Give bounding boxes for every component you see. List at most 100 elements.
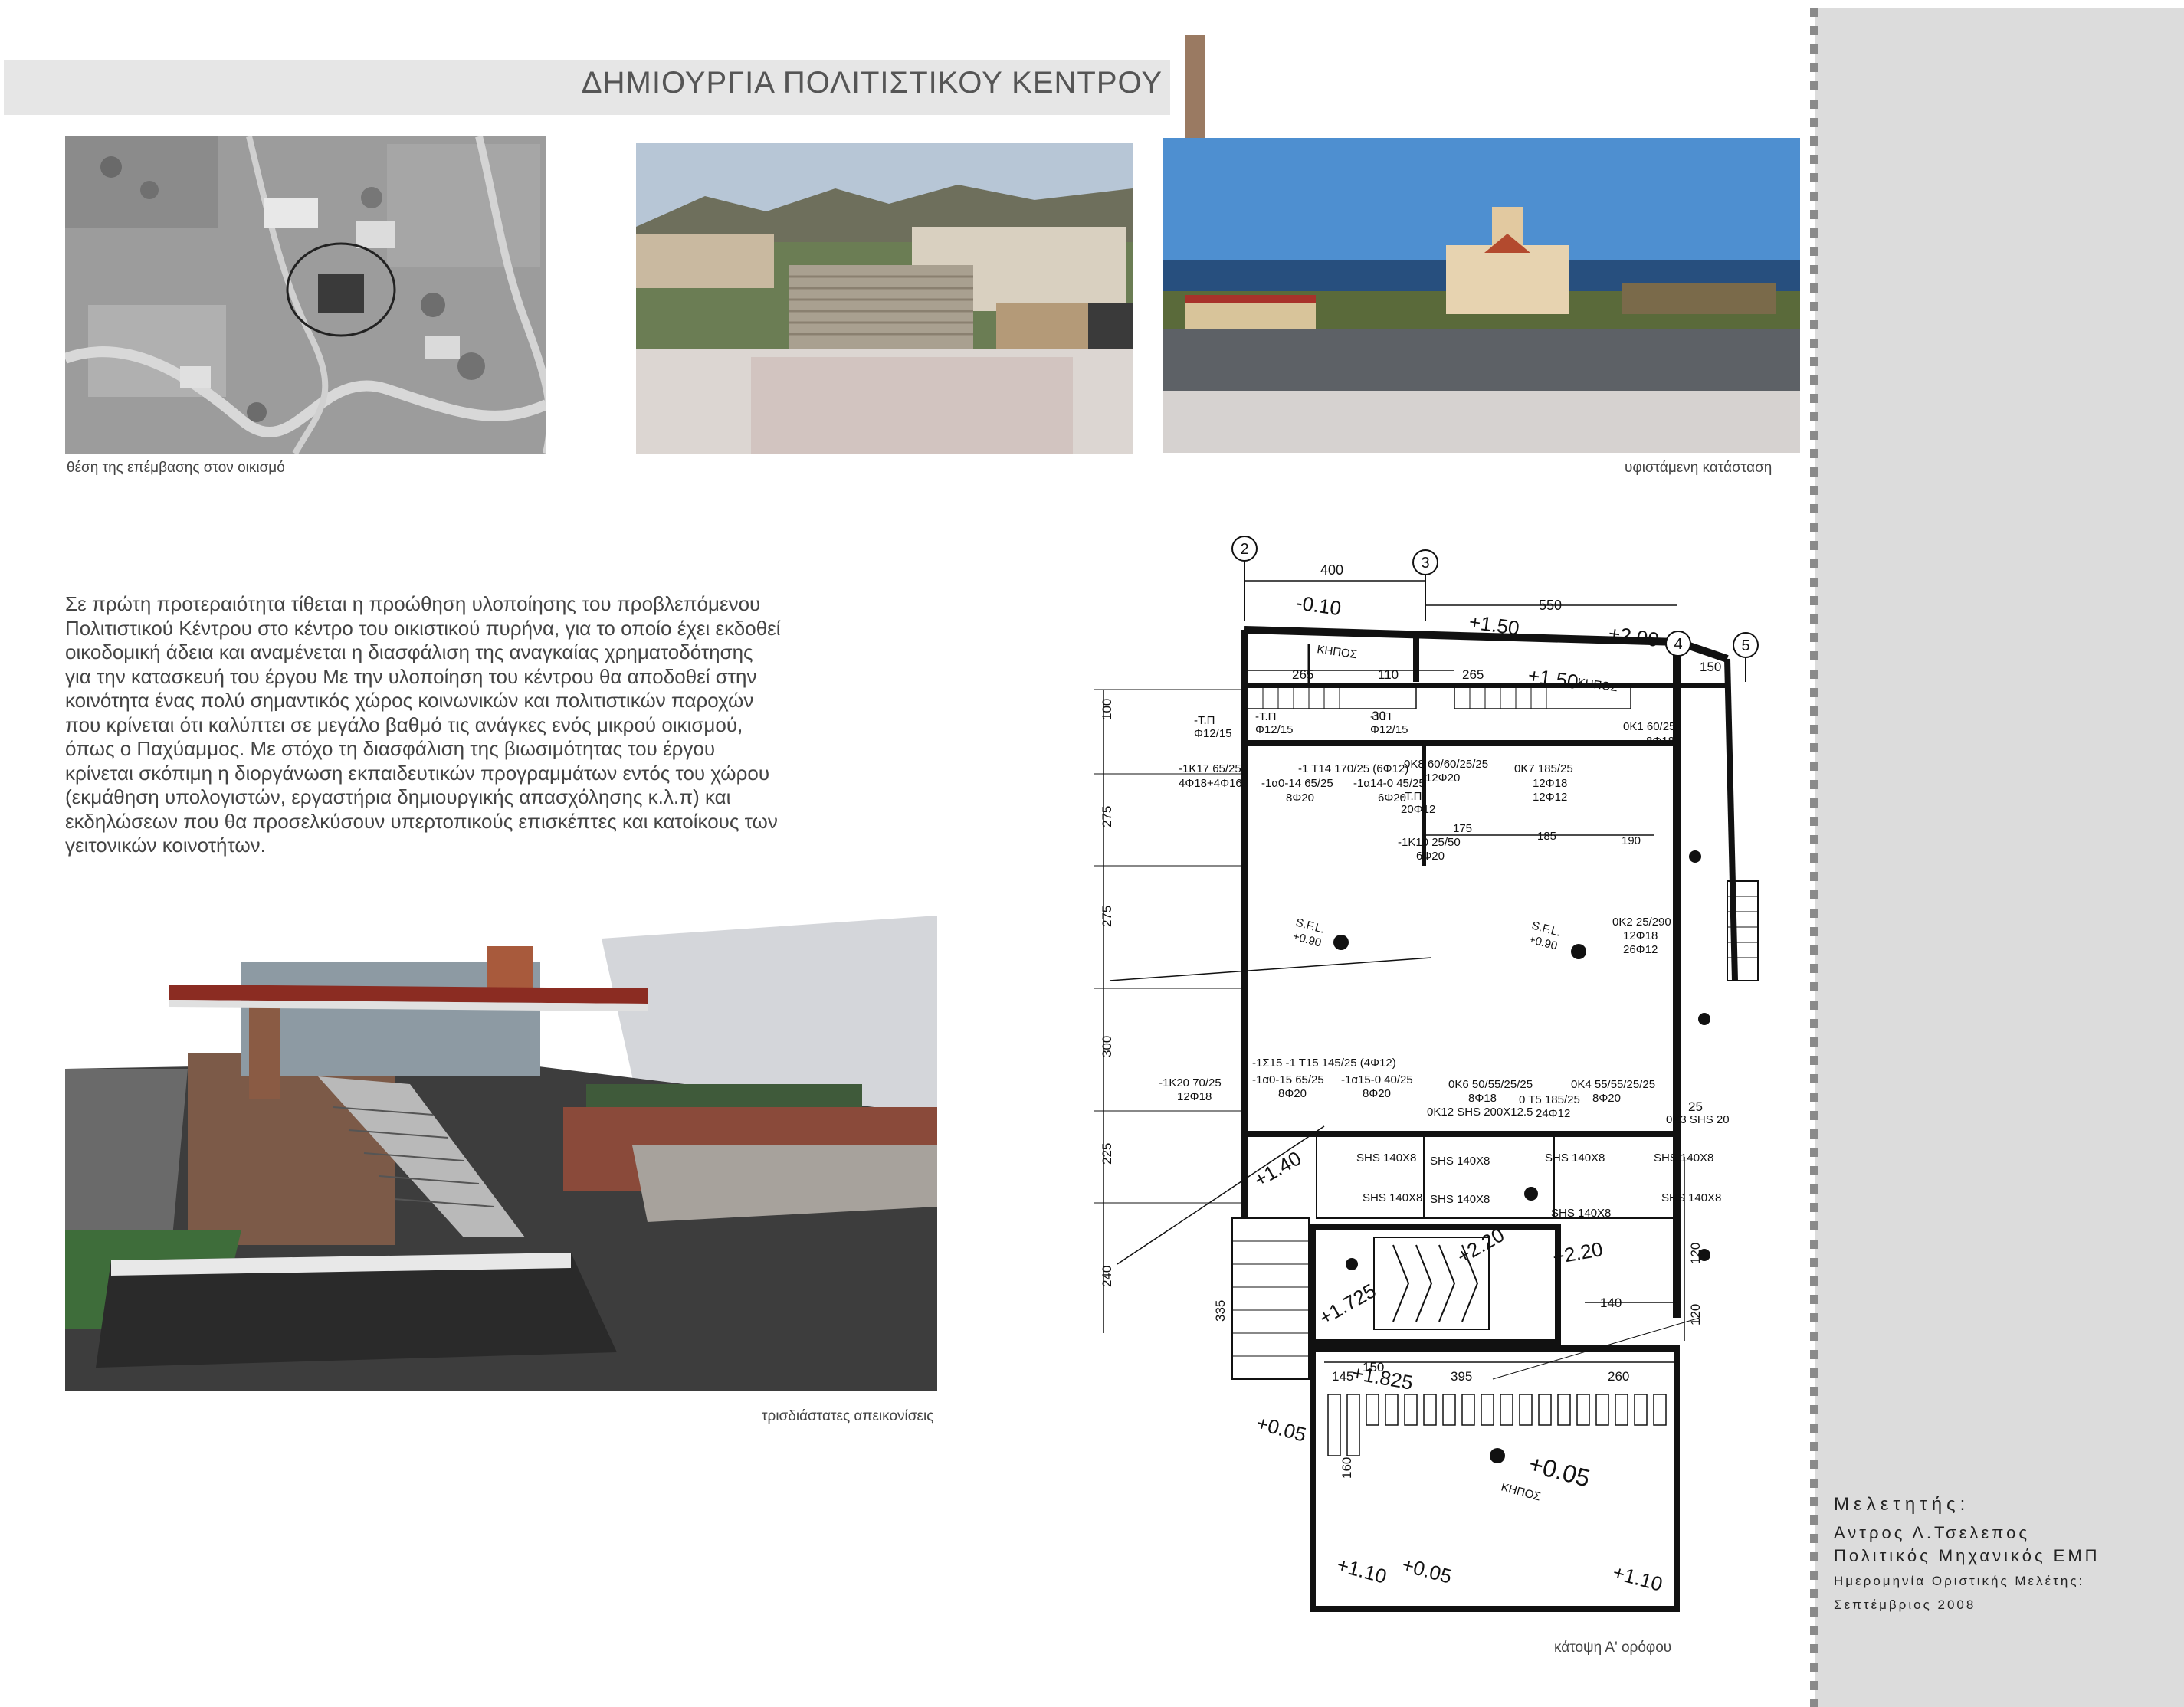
note-label: 12Φ18 [1623, 929, 1658, 942]
level-label: +1.10 [1334, 1553, 1389, 1588]
note-label: 0Κ1 60/25 [1623, 720, 1675, 733]
dimension-label: 25 [1688, 1099, 1703, 1114]
level-label: +0.05 [1526, 1450, 1593, 1492]
level-label: +0.05 [1399, 1553, 1454, 1588]
designer-heading: Μελετητής: [1834, 1494, 1970, 1515]
date-value: Σεπτέμβριος 2008 [1834, 1597, 1976, 1612]
note-label: 8Φ18 [1468, 1092, 1497, 1105]
note-label: 26Φ12 [1623, 943, 1658, 956]
note-label: 0Κ7 185/25 [1514, 762, 1573, 775]
caption-render: τρισδιάστατες απεικονίσεις [762, 1408, 934, 1424]
title-accent-bar [1185, 35, 1205, 139]
note-label: Φ12/15 [1255, 723, 1294, 736]
sidebar-panel [1815, 8, 2184, 1707]
note-label: -1α14-0 45/25 [1353, 777, 1425, 790]
note-label: -Τ.Π [1194, 714, 1215, 727]
note-label: -1Κ10 25/50 [1398, 836, 1461, 849]
note-label: Φ12/15 [1194, 727, 1232, 740]
note-label: -1α15-0 40/25 [1341, 1073, 1413, 1086]
note-label: 0Κ6 50/55/25/25 [1448, 1078, 1533, 1091]
note-label: SHS 140X8 [1356, 1152, 1416, 1165]
level-marker-icon [1346, 1258, 1358, 1270]
dimension-label: 265 [1462, 667, 1484, 682]
level-marker-icon [1689, 850, 1701, 863]
note-label: 12Φ12 [1533, 791, 1567, 804]
description-line: που κρίνεται ότι καλύπτει σε μεγάλο βαθμ… [65, 713, 743, 736]
description-line: οικοδομική άδεια και αναμένεται η διασφά… [65, 641, 753, 663]
dimension-label: 120 [1688, 1304, 1703, 1325]
note-label: -Τ.Π [1370, 710, 1392, 723]
existing-photo-stairs [636, 143, 1133, 454]
dimension-label: 275 [1100, 806, 1114, 827]
note-label: -1α0-15 65/25 [1252, 1073, 1324, 1086]
dimension-label: 140 [1600, 1296, 1622, 1310]
dimension-label: 260 [1608, 1369, 1629, 1384]
note-label: 4Φ18+4Φ16 [1179, 777, 1242, 790]
level-label: +1.40 [1250, 1146, 1305, 1191]
description-line: (εκμάθηση υπολογιστών, εργαστήρια δημιου… [65, 785, 731, 808]
level-marker-icon [1698, 1013, 1710, 1025]
caption-existing: υφιστάμενη κατάσταση [1625, 460, 1772, 476]
room-label: ΚΗΠΟΣ [1576, 676, 1618, 694]
note-label: 0Κ4 55/55/25/25 [1571, 1078, 1655, 1091]
caption-plan: κάτοψη Α' ορόφου [1554, 1640, 1672, 1656]
note-label: SHS 140X8 [1551, 1207, 1611, 1220]
designer-name: Αντρος Λ.Τσελεπος [1834, 1523, 2030, 1542]
note-label: 24Φ12 [1536, 1107, 1570, 1120]
dimension-label: 160 [1340, 1457, 1354, 1479]
dimension-label: 240 [1100, 1266, 1114, 1287]
note-label: 8Φ20 [1278, 1087, 1307, 1100]
description-line: Πολιτιστικού Κέντρου στο κέντρο του οικι… [65, 616, 781, 640]
note-label: -1Σ15 -1 Τ15 145/25 (4Φ12) [1252, 1057, 1396, 1070]
dimension-label: 550 [1539, 598, 1562, 613]
note-label: -Τ.Π [1401, 790, 1422, 803]
note-label: -Τ.Π [1255, 710, 1277, 723]
description-line: για την κατασκευή του έργου Με την υλοπο… [65, 664, 757, 688]
level-label: +2.00 [1607, 621, 1660, 651]
note-label: 8Φ20 [1363, 1087, 1391, 1100]
description-text: Σε πρώτη προτεραιότητα τίθεται η προώθησ… [65, 592, 854, 858]
floor-plan-drawing: 2 3 4 5 400 550 150 265 110 265 100 275 … [1094, 529, 1769, 1624]
note-label: 0Κ3 SHS 20 [1666, 1113, 1730, 1126]
title-bar: ΔΗΜΙΟΥΡΓΙΑ ΠΟΛΙΤΙΣΤΙΚΟΥ ΚΕΝΤΡΟΥ [4, 60, 1170, 115]
level-label: +1.825 [1350, 1361, 1415, 1394]
note-label: -1Κ17 65/25 [1179, 762, 1241, 775]
dimension-label: 225 [1100, 1143, 1114, 1165]
description-line: όπως ο Παχύαμμος. Με στόχο τη διασφάλιση… [65, 737, 716, 760]
note-label: -1 Τ14 170/25 (6Φ12) [1298, 762, 1408, 775]
dimension-label: 265 [1292, 667, 1313, 682]
room-label: ΚΗΠΟΣ [1316, 643, 1357, 661]
note-label: 8Φ20 [1592, 1092, 1621, 1105]
level-marker-icon [1571, 944, 1586, 959]
note-label: SHS 140X8 [1654, 1152, 1713, 1165]
note-label: 0Κ8 60/60/25/25 [1404, 758, 1488, 771]
note-label: 20Φ12 [1401, 803, 1435, 816]
note-label: SHS 140X8 [1661, 1191, 1721, 1204]
existing-photo-church [1163, 138, 1800, 453]
level-label: -0.10 [1294, 591, 1343, 620]
level-label: +1.10 [1610, 1561, 1664, 1596]
dimension-label: 190 [1622, 834, 1641, 847]
description-line: εκδηλώσεων που θα προσελκύσουν υπερτοπικ… [65, 809, 778, 833]
description-line: γειτονικών κοινοτήτων. [65, 834, 266, 857]
dimension-label: 110 [1378, 667, 1399, 682]
dimension-label: 120 [1688, 1243, 1703, 1264]
dimension-label: 400 [1320, 562, 1343, 578]
page-title: ΔΗΜΙΟΥΡΓΙΑ ΠΟΛΙΤΙΣΤΙΚΟΥ ΚΕΝΤΡΟΥ [581, 66, 1163, 100]
note-label: 12Φ18 [1177, 1090, 1212, 1103]
note-label: 12Φ20 [1425, 772, 1460, 785]
room-label: ΚΗΠΟΣ [1500, 1480, 1542, 1503]
note-label: 8Φ20 [1286, 791, 1314, 804]
note-label: 6Φ20 [1416, 850, 1445, 863]
dimension-label: 100 [1100, 699, 1114, 720]
note-label: SHS 140X8 [1363, 1191, 1422, 1204]
note-label: 0Κ2 25/290 [1612, 916, 1671, 929]
caption-aerial: θέση της επέμβασης στον οικισμό [67, 460, 285, 476]
note-label: SHS 140X8 [1430, 1155, 1490, 1168]
dimension-label: 335 [1213, 1300, 1228, 1322]
dimension-label: 395 [1451, 1369, 1472, 1384]
level-marker-icon [1333, 935, 1349, 950]
note-label: 0 Τ5 185/25 [1519, 1093, 1580, 1106]
note-label: SHS 140X8 [1545, 1152, 1605, 1165]
designer-title: Πολιτικός Μηχανικός ΕΜΠ [1834, 1546, 2100, 1565]
